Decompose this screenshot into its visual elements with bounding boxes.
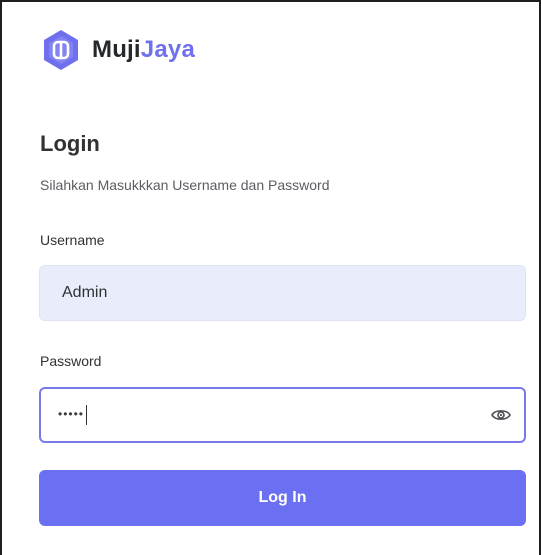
text-cursor	[86, 405, 88, 425]
password-dots: •••••	[58, 407, 85, 422]
login-title: Login	[40, 131, 100, 156]
brand-name-part1: Muji	[92, 36, 141, 63]
brand-name-part2: Jaya	[140, 36, 195, 63]
username-value: Admin	[62, 284, 108, 301]
username-label: Username	[40, 232, 105, 248]
password-label: Password	[40, 353, 102, 369]
login-button[interactable]: Log In	[39, 470, 526, 526]
hexagon-logo-icon	[44, 30, 78, 70]
brand-name: MujiJaya	[92, 36, 195, 64]
password-masked-value: •••••	[58, 405, 88, 425]
password-input[interactable]: •••••	[39, 387, 526, 443]
login-subtitle: Silahkan Masukkkan Username dan Password	[40, 177, 330, 193]
login-card: MujiJaya Login Silahkan Masukkkan Userna…	[0, 0, 541, 555]
eye-icon[interactable]	[490, 404, 512, 426]
username-input[interactable]: Admin	[39, 265, 526, 321]
brand-header: MujiJaya	[40, 29, 195, 71]
